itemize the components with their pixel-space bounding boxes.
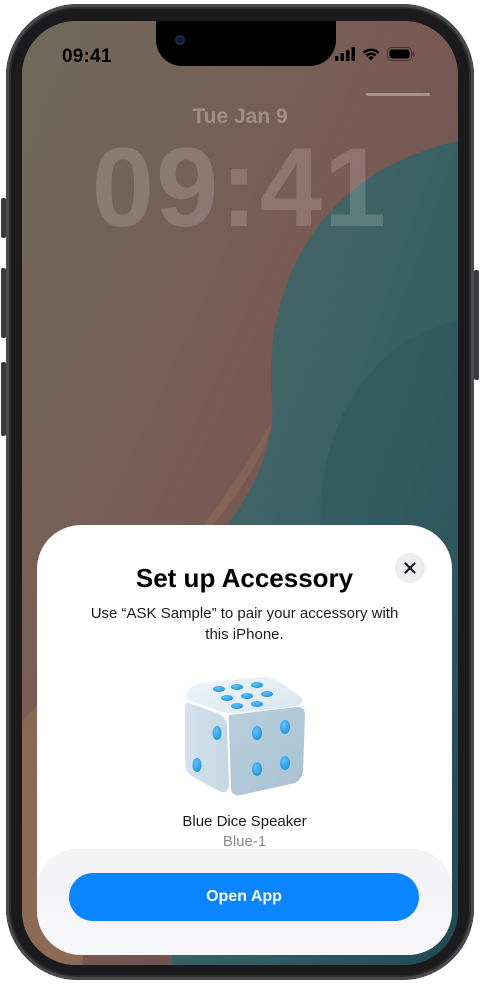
device-mockup: 09:41 Tue Jan 9 09:41 Set up Accessory U… (0, 0, 480, 984)
battery-icon (387, 47, 415, 61)
sheet-subtitle: Use “ASK Sample” to pair your accessory … (90, 605, 399, 643)
open-app-button[interactable]: Open App (69, 873, 419, 921)
dice-icon (185, 677, 305, 796)
status-time: 09:41 (62, 46, 112, 67)
cellular-signal-icon (335, 47, 355, 61)
wifi-icon (362, 48, 380, 61)
accessory-setup-sheet: Set up Accessory Use “ASK Sample” to pai… (37, 525, 452, 955)
device-variant: Blue-1 (222, 833, 267, 850)
lock-screen-time: 09:41 (91, 125, 389, 250)
power-button (474, 270, 479, 380)
status-indicator-bar (366, 93, 430, 96)
sheet-title: Set up Accessory (135, 563, 354, 593)
device-name: Blue Dice Speaker (182, 813, 307, 830)
camera-icon (175, 35, 185, 45)
status-icons (335, 47, 415, 61)
